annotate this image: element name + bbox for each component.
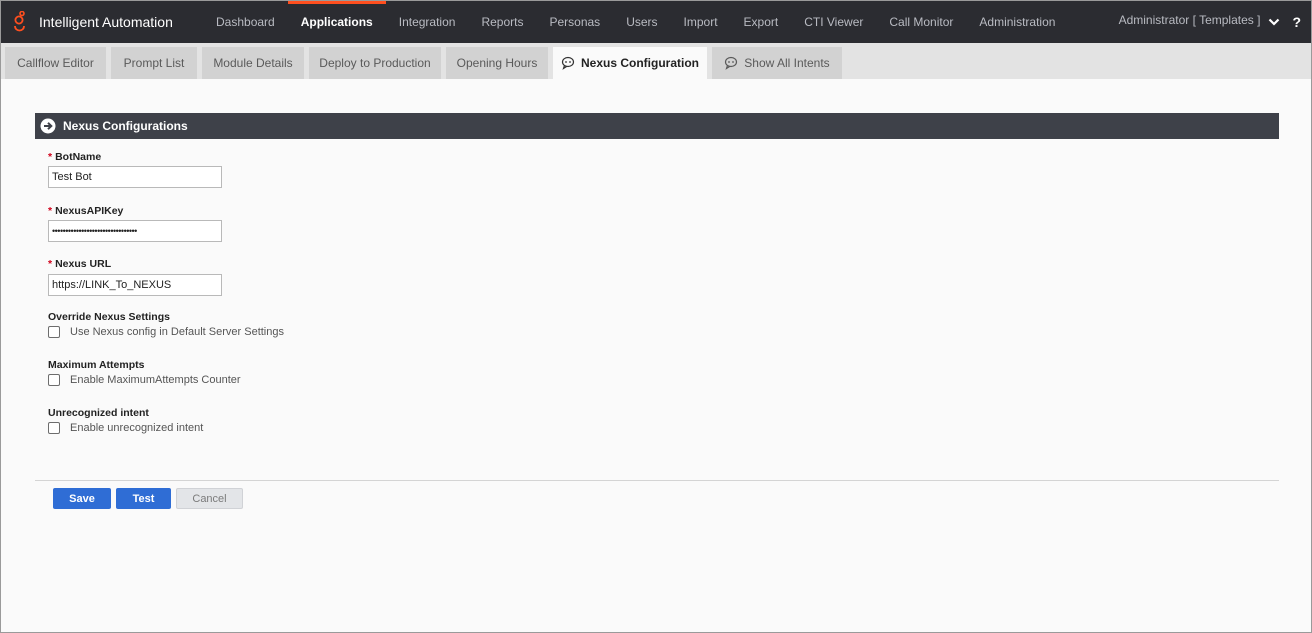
override-settings-row[interactable]: Use Nexus config in Default Server Setti… [48,326,284,338]
top-navigation-bar: Intelligent Automation Dashboard Applica… [1,1,1311,43]
nav-item-reports[interactable]: Reports [468,1,536,43]
unrecognized-intent-checkbox-label[interactable]: Enable unrecognized intent [70,422,203,434]
required-marker: * [48,205,53,217]
tab-label: Deploy to Production [319,56,431,70]
chevron-down-icon[interactable] [1268,16,1280,28]
nav-item-call-monitor[interactable]: Call Monitor [876,1,966,43]
tab-label: Show All Intents [744,56,830,70]
chat-bot-icon [561,56,575,70]
user-menu[interactable]: Administrator [ Templates ] [1119,13,1261,27]
user-area: Administrator [ Templates ] ? [1119,1,1301,43]
nav-item-integration[interactable]: Integration [386,1,469,43]
nexus-api-key-label-text: NexusAPIKey [55,205,124,217]
app-name: Intelligent Automation [39,14,173,30]
cancel-button[interactable]: Cancel [176,488,243,509]
unrecognized-intent-checkbox[interactable] [48,422,60,434]
required-marker: * [48,151,53,163]
main-nav: Dashboard Applications Integration Repor… [203,1,1068,43]
brand[interactable]: Intelligent Automation [13,11,203,33]
nexus-url-label-text: Nexus URL [55,258,112,270]
tab-label: Opening Hours [456,56,538,70]
tab-callflow-editor[interactable]: Callflow Editor [5,47,106,79]
botname-input[interactable] [48,166,222,188]
genesys-logo-icon [14,11,25,32]
tab-label: Module Details [213,56,293,70]
maximum-attempts-row[interactable]: Enable MaximumAttempts Counter [48,374,241,386]
nav-item-users[interactable]: Users [613,1,670,43]
override-settings-title: Override Nexus Settings [48,311,170,323]
botname-label-text: BotName [55,151,102,163]
nav-item-personas[interactable]: Personas [536,1,613,43]
tab-label: Callflow Editor [17,56,94,70]
override-settings-checkbox[interactable] [48,326,60,338]
help-button[interactable]: ? [1292,14,1301,30]
tab-label: Prompt List [123,56,185,70]
nav-item-dashboard[interactable]: Dashboard [203,1,288,43]
unrecognized-intent-title: Unrecognized intent [48,407,149,419]
nav-item-export[interactable]: Export [731,1,792,43]
tab-show-all-intents[interactable]: Show All Intents [712,47,842,79]
tab-prompt-list[interactable]: Prompt List [111,47,197,79]
maximum-attempts-checkbox[interactable] [48,374,60,386]
nexus-url-label: * Nexus URL [48,258,111,270]
section-title: Nexus Configurations [63,119,188,133]
section-header: Nexus Configurations [35,113,1279,139]
override-settings-checkbox-label[interactable]: Use Nexus config in Default Server Setti… [70,326,284,338]
save-button[interactable]: Save [53,488,111,509]
required-marker: * [48,258,53,270]
tab-opening-hours[interactable]: Opening Hours [446,47,548,79]
form-divider [35,480,1279,481]
unrecognized-intent-row[interactable]: Enable unrecognized intent [48,422,203,434]
chat-bot-icon [725,56,738,70]
botname-label: * BotName [48,151,101,163]
arrow-circle-right-icon [40,118,56,134]
tab-nexus-configuration[interactable]: Nexus Configuration [553,47,707,79]
nav-item-import[interactable]: Import [671,1,731,43]
tab-label: Nexus Configuration [580,56,699,70]
nav-item-applications[interactable]: Applications [287,1,386,43]
maximum-attempts-title: Maximum Attempts [48,359,145,371]
tab-module-details[interactable]: Module Details [202,47,304,79]
module-tabs: Callflow Editor Prompt List Module Detai… [1,43,1311,79]
test-button[interactable]: Test [116,488,171,509]
nexus-api-key-input[interactable] [48,220,222,242]
maximum-attempts-checkbox-label[interactable]: Enable MaximumAttempts Counter [70,374,241,386]
nexus-url-input[interactable] [48,274,222,296]
nav-item-administration[interactable]: Administration [966,1,1068,43]
tab-deploy-to-production[interactable]: Deploy to Production [309,47,441,79]
nav-item-cti-viewer[interactable]: CTI Viewer [791,1,876,43]
nexus-api-key-label: * NexusAPIKey [48,205,123,217]
